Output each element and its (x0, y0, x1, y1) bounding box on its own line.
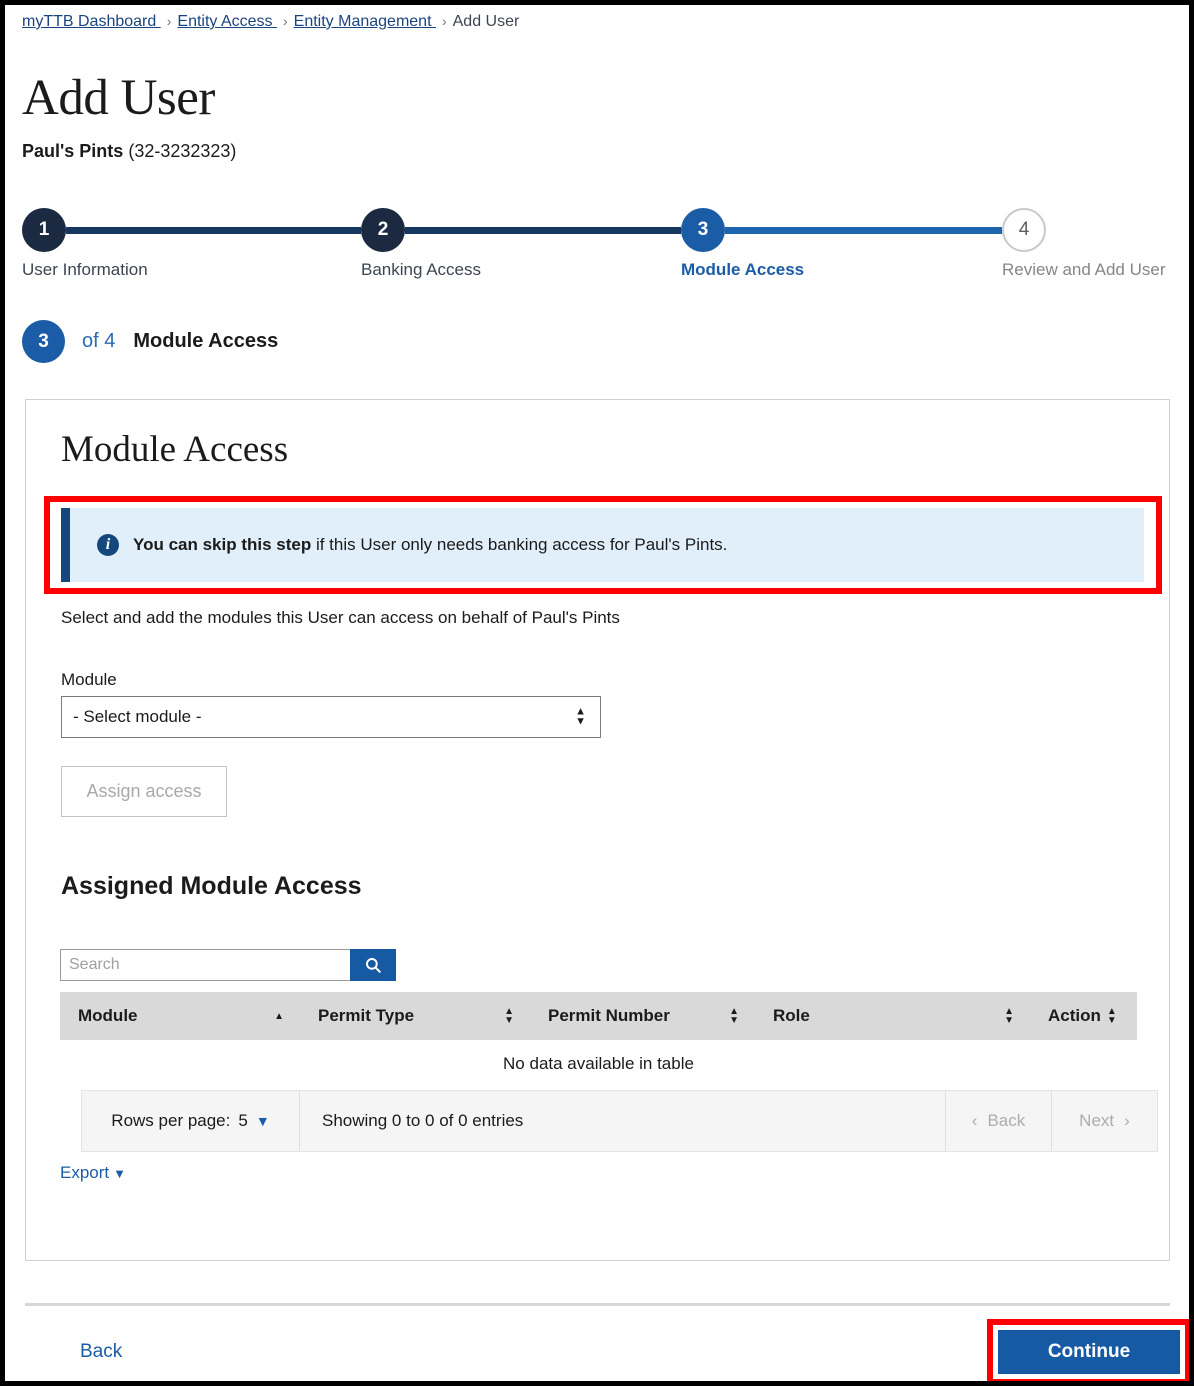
helper-text: Select and add the modules this User can… (61, 608, 620, 627)
rows-per-page-value: 5 (238, 1111, 248, 1130)
substep-indicator: 3 of 4 Module Access (22, 320, 278, 363)
add-user-page: myTTB Dashboard › Entity Access › Entity M… (0, 0, 1194, 1386)
stepper-step-3-label: Module Access (681, 260, 805, 279)
stepper-step-1-number: 1 (22, 208, 66, 252)
chevron-updown-icon: ▲ ▼ (575, 705, 586, 728)
info-icon: i (97, 534, 119, 556)
substep-name: Module Access (133, 330, 279, 352)
column-header-module[interactable]: Module ▲ (60, 992, 300, 1040)
stepper-step-3[interactable]: 3 Module Access (681, 208, 804, 279)
search-row (60, 949, 396, 981)
stepper-bar-2-3 (405, 227, 681, 234)
breadcrumb: myTTB Dashboard › Entity Access › Entity M… (22, 13, 519, 31)
card-title: Module Access (61, 429, 289, 470)
pagination-back-label: Back (987, 1111, 1026, 1130)
breadcrumb-separator: › (166, 13, 172, 29)
substep-number-badge: 3 (22, 320, 65, 363)
stepper-step-3-number: 3 (681, 208, 725, 252)
entity-number: (32-3232323) (128, 141, 237, 161)
stepper-step-4[interactable]: 4 Review and Add User (1002, 208, 1165, 279)
assign-access-button[interactable]: Assign access (61, 766, 227, 817)
breadcrumb-link-dashboard[interactable]: myTTB Dashboard (22, 13, 161, 30)
assigned-module-access-title: Assigned Module Access (61, 872, 362, 900)
sort-both-icon: ▲ ▼ (504, 1006, 514, 1026)
export-label: Export (60, 1163, 110, 1182)
stepper-step-2-label: Banking Access (361, 260, 482, 279)
info-alert-text: You can skip this step if this User only… (133, 535, 727, 555)
entity-name: Paul's Pints (22, 141, 124, 161)
module-select-value: - Select module - (73, 707, 202, 726)
rows-per-page-label: Rows per page: (111, 1111, 231, 1130)
breadcrumb-separator: › (441, 13, 447, 29)
info-alert-rest: if this User only needs banking access f… (311, 535, 728, 554)
stepper-step-1-label: User Information (22, 260, 148, 279)
footer-divider (25, 1303, 1170, 1306)
column-header-permit-number[interactable]: Permit Number ▲ ▼ (530, 992, 755, 1040)
sort-asc-icon: ▲ (274, 1010, 284, 1022)
stepper-step-4-number: 4 (1002, 208, 1046, 252)
sort-both-icon: ▲ ▼ (729, 1006, 739, 1026)
info-alert: i You can skip this step if this User on… (61, 508, 1144, 582)
progress-stepper: 1 User Information 2 Banking Access 3 Mo… (22, 208, 1167, 298)
stepper-step-2[interactable]: 2 Banking Access (361, 208, 481, 279)
page-title: Add User (22, 70, 215, 126)
continue-button[interactable]: Continue (998, 1330, 1180, 1374)
module-access-card: Module Access i You can skip this step i… (25, 399, 1170, 1261)
stepper-bar-3-4 (725, 227, 1002, 234)
column-label-permit-number: Permit Number (548, 1006, 670, 1025)
table-empty-message: No data available in table (60, 1040, 1137, 1088)
rows-per-page-selector[interactable]: Rows per page: 5 ▼ (82, 1091, 300, 1151)
module-select[interactable]: - Select module - ▲ ▼ (61, 696, 601, 738)
column-header-permit-type[interactable]: Permit Type ▲ ▼ (300, 992, 530, 1040)
stepper-step-1[interactable]: 1 User Information (22, 208, 148, 279)
breadcrumb-current: Add User (452, 13, 520, 30)
column-label-role: Role (773, 1006, 810, 1025)
chevron-down-icon: ▼ (255, 1113, 270, 1129)
showing-entries-text: Showing 0 to 0 of 0 entries (322, 1111, 524, 1130)
chevron-left-icon: ‹ (971, 1111, 978, 1130)
table-pagination: Rows per page: 5 ▼ Showing 0 to 0 of 0 e… (81, 1090, 1158, 1152)
module-field-label: Module (61, 670, 117, 689)
search-input[interactable] (60, 949, 350, 981)
entity-subtitle: Paul's Pints (32-3232323) (22, 141, 236, 162)
pagination-next-button[interactable]: Next › (1051, 1091, 1157, 1151)
assigned-module-table: Module ▲ Permit Type ▲ ▼ Permit Number ▲… (60, 992, 1137, 1088)
column-header-action[interactable]: Action ▲ ▼ (1030, 992, 1137, 1040)
stepper-step-2-number: 2 (361, 208, 405, 252)
column-header-role[interactable]: Role ▲ ▼ (755, 992, 1030, 1040)
sort-both-icon: ▲ ▼ (1004, 1006, 1014, 1026)
back-button[interactable]: Back (80, 1341, 122, 1363)
breadcrumb-separator: › (282, 13, 288, 29)
breadcrumb-link-entity-management[interactable]: Entity Management (294, 13, 436, 30)
info-alert-bold: You can skip this step (133, 535, 312, 554)
column-label-action: Action (1048, 1006, 1101, 1025)
table-header-row: Module ▲ Permit Type ▲ ▼ Permit Number ▲… (60, 992, 1137, 1040)
stepper-step-4-label: Review and Add User (1002, 260, 1166, 279)
pagination-back-button[interactable]: ‹ Back (945, 1091, 1051, 1151)
breadcrumb-link-entity-access[interactable]: Entity Access (177, 13, 277, 30)
export-dropdown[interactable]: Export ▼ (60, 1163, 126, 1183)
table-empty-row: No data available in table (60, 1040, 1137, 1088)
chevron-down-icon: ▼ (113, 1166, 127, 1181)
stepper-bar-1-2 (66, 227, 361, 234)
sort-both-icon: ▲ ▼ (1106, 1006, 1117, 1026)
column-label-permit-type: Permit Type (318, 1006, 415, 1025)
substep-of-label: of 4 (82, 330, 116, 352)
pagination-next-label: Next (1079, 1111, 1115, 1130)
search-icon (366, 958, 381, 973)
column-label-module: Module (78, 1006, 138, 1025)
chevron-right-icon: › (1124, 1111, 1130, 1130)
search-button[interactable] (350, 949, 396, 981)
